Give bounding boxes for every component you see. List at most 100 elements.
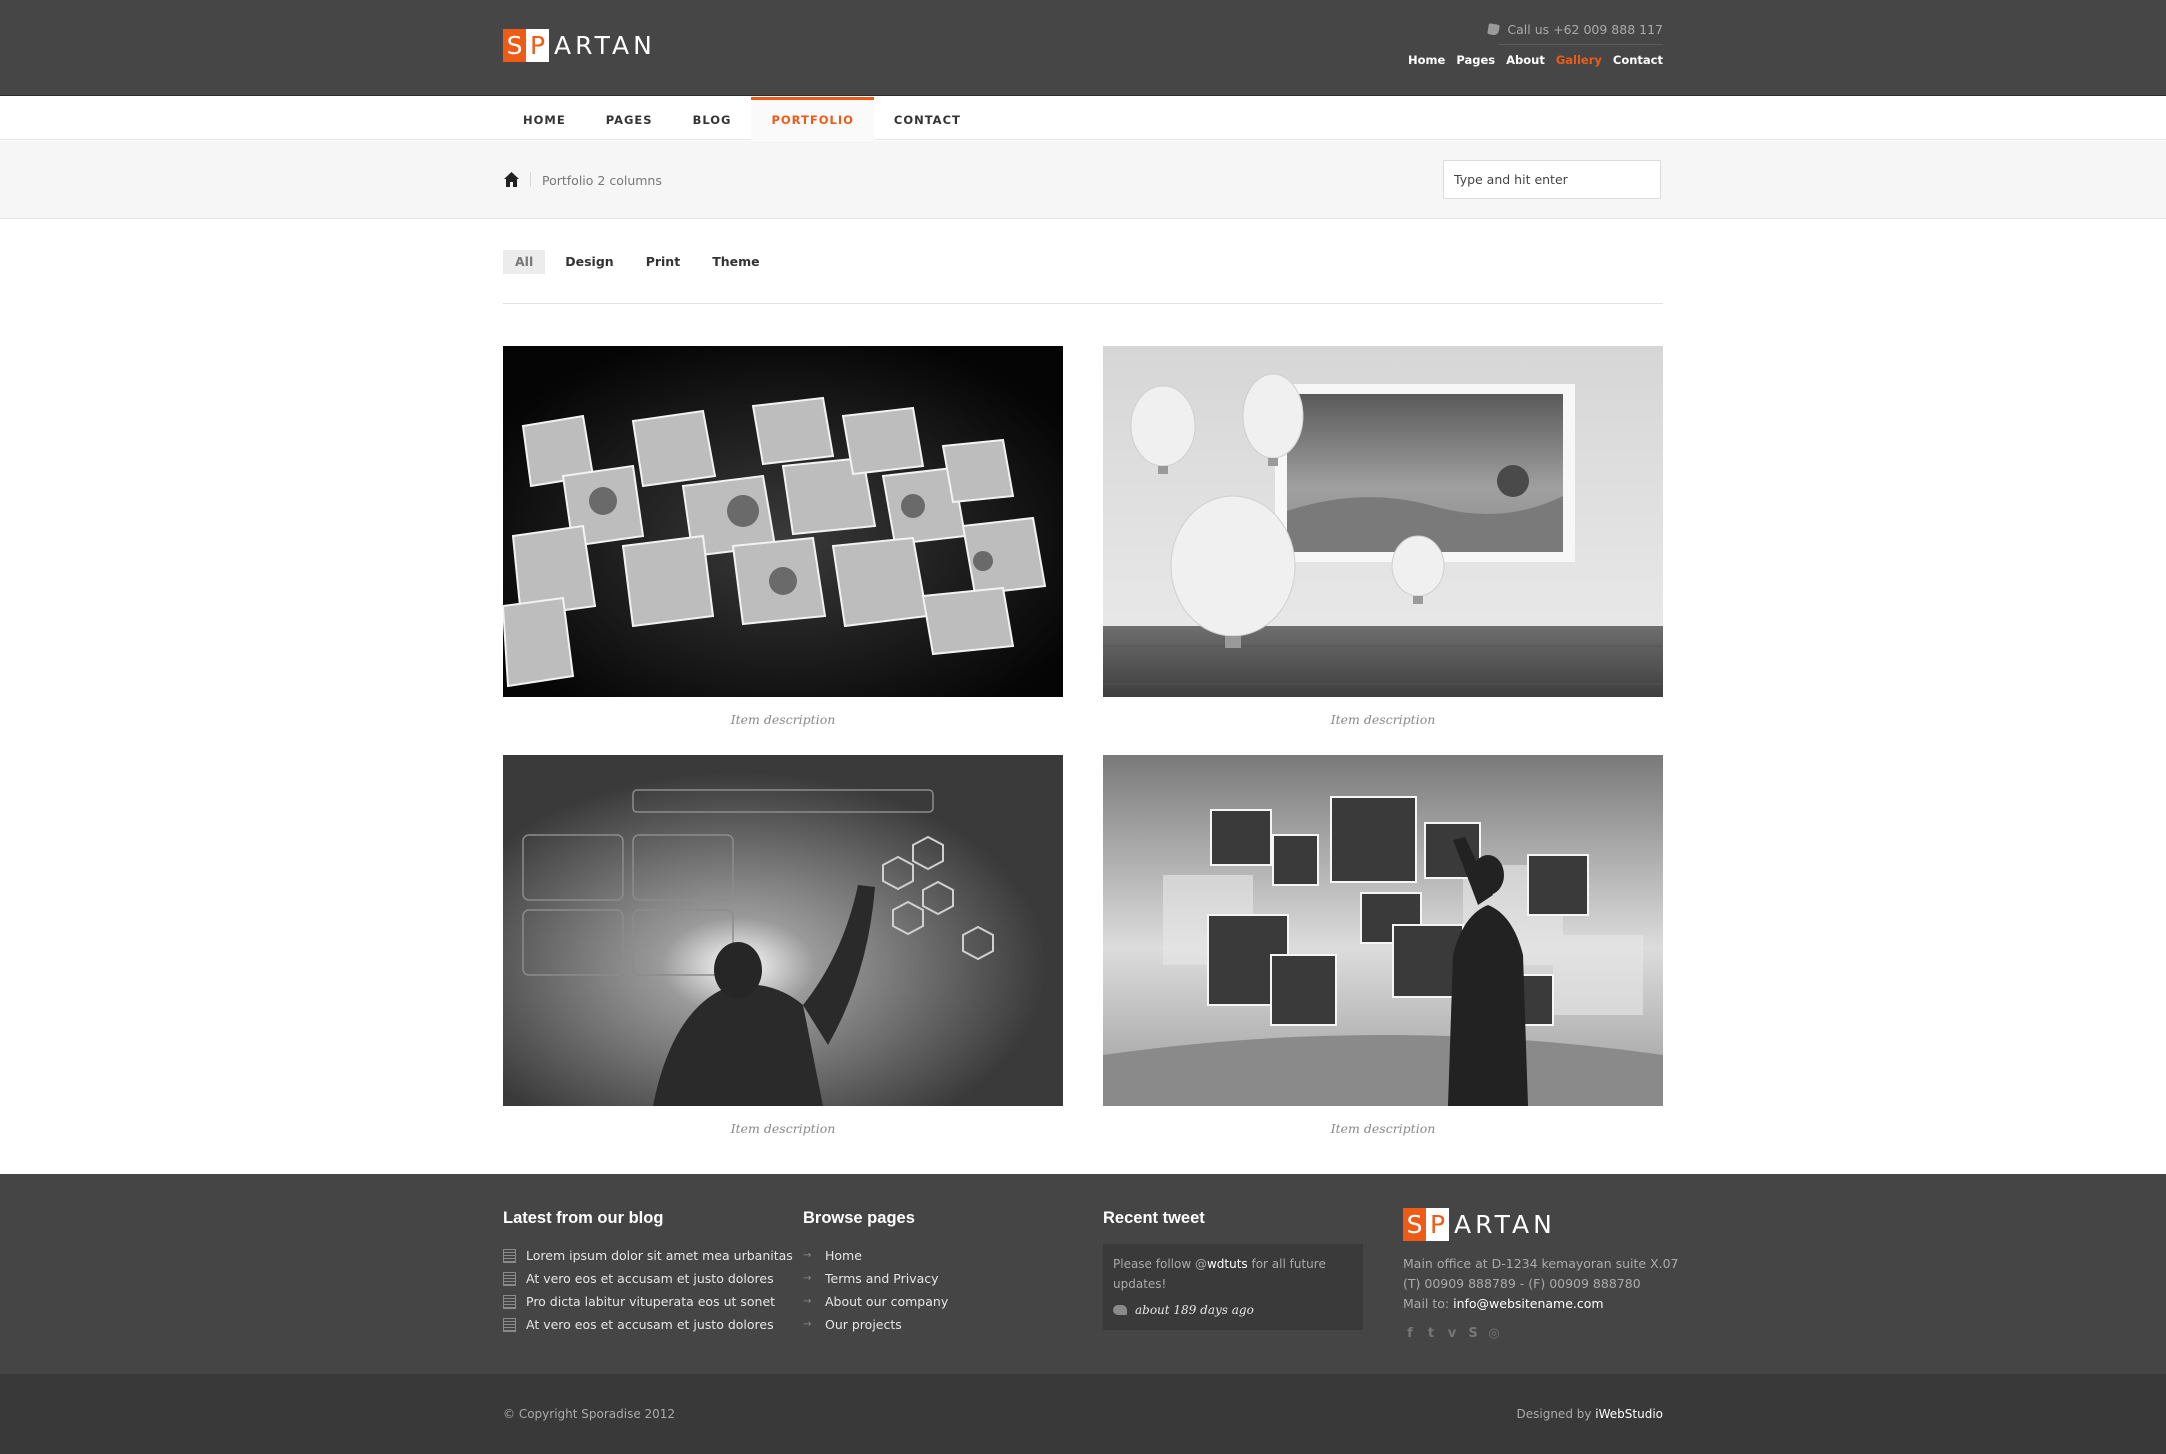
item-caption: Item description bbox=[730, 1121, 836, 1136]
tweet-text: Please follow @wdtuts for all future upd… bbox=[1113, 1254, 1353, 1294]
browse-link[interactable]: Terms and Privacy bbox=[825, 1271, 939, 1286]
list-item[interactable]: Pro dicta labitur vituperata eos ut sone… bbox=[503, 1290, 793, 1313]
top-nav-contact[interactable]: Contact bbox=[1613, 53, 1663, 67]
list-item[interactable]: → Our projects bbox=[803, 1313, 948, 1336]
designed-by-label: Designed by bbox=[1516, 1407, 1596, 1421]
breadcrumb-separator bbox=[530, 172, 531, 187]
contact-mail: Mail to: info@websitename.com bbox=[1403, 1294, 1679, 1314]
footer-logo[interactable]: S P ARTAN bbox=[1403, 1208, 1556, 1241]
main-nav-list: HOME PAGES BLOG PORTFOLIO CONTACT bbox=[503, 97, 981, 140]
tweet-box: Please follow @wdtuts for all future upd… bbox=[1103, 1244, 1363, 1330]
footer-contact-info: Main office at D-1234 kemayoran suite X.… bbox=[1403, 1254, 1679, 1314]
call-info: Call us +62 009 888 117 bbox=[1487, 22, 1663, 37]
item-caption: Item description bbox=[1330, 1121, 1436, 1136]
top-nav-about[interactable]: About bbox=[1506, 53, 1545, 67]
footer-browse-column: Browse pages → Home → Terms and Privacy → A… bbox=[803, 1209, 948, 1336]
footer-browse-title: Browse pages bbox=[803, 1209, 915, 1227]
copyright-text: © Copyright Sporadise 2012 bbox=[503, 1407, 676, 1421]
logo-letter-s: S bbox=[503, 29, 526, 62]
header-divider bbox=[1498, 44, 1663, 45]
logo-letter-p: P bbox=[1426, 1208, 1449, 1241]
filter-theme[interactable]: Theme bbox=[700, 250, 771, 274]
portfolio-item[interactable]: Item description bbox=[1103, 755, 1663, 1136]
dribbble-icon[interactable]: ◎ bbox=[1487, 1327, 1501, 1341]
item-caption: Item description bbox=[730, 712, 836, 727]
top-nav-gallery[interactable]: Gallery bbox=[1556, 53, 1602, 67]
main-nav-home[interactable]: HOME bbox=[503, 97, 586, 140]
logo-letter-s: S bbox=[1403, 1208, 1426, 1241]
portfolio-item[interactable]: Item description bbox=[503, 346, 1063, 727]
blog-post-link[interactable]: At vero eos et accusam et justo dolores bbox=[526, 1317, 774, 1332]
filter-divider bbox=[503, 303, 1663, 304]
list-item[interactable]: → Home bbox=[803, 1244, 948, 1267]
top-nav-home[interactable]: Home bbox=[1408, 53, 1445, 67]
portfolio-thumbnail[interactable] bbox=[1103, 346, 1663, 697]
document-icon bbox=[503, 1317, 516, 1332]
footer-blog-list: Lorem ipsum dolor sit amet mea urbanitas… bbox=[503, 1244, 793, 1336]
call-text: Call us +62 009 888 117 bbox=[1507, 22, 1663, 37]
portfolio-thumbnail[interactable] bbox=[1103, 755, 1663, 1106]
search-input[interactable] bbox=[1443, 160, 1661, 199]
main-nav-portfolio[interactable]: PORTFOLIO bbox=[751, 97, 874, 140]
twitter-icon[interactable]: t bbox=[1424, 1327, 1438, 1341]
facebook-icon[interactable]: f bbox=[1403, 1327, 1417, 1341]
mail-link[interactable]: info@websitename.com bbox=[1453, 1296, 1604, 1311]
portfolio-item[interactable]: Item description bbox=[503, 755, 1063, 1136]
filter-all[interactable]: All bbox=[503, 250, 546, 274]
phone-icon bbox=[1487, 23, 1501, 36]
portfolio-item[interactable]: Item description bbox=[1103, 346, 1663, 727]
browse-link[interactable]: Our projects bbox=[825, 1317, 902, 1332]
home-icon[interactable] bbox=[503, 171, 520, 188]
breadcrumb-band: Portfolio 2 columns bbox=[0, 141, 2166, 219]
footer-bottom-bar bbox=[0, 1374, 2166, 1454]
blog-post-link[interactable]: At vero eos et accusam et justo dolores bbox=[526, 1271, 774, 1286]
vimeo-icon[interactable]: v bbox=[1445, 1327, 1459, 1341]
list-item[interactable]: At vero eos et accusam et justo dolores bbox=[503, 1267, 793, 1290]
footer bbox=[0, 1174, 2166, 1374]
list-item[interactable]: → Terms and Privacy bbox=[803, 1267, 948, 1290]
footer-blog-title: Latest from our blog bbox=[503, 1209, 664, 1227]
arrow-right-icon: → bbox=[803, 1319, 812, 1330]
portfolio-thumbnail[interactable] bbox=[503, 346, 1063, 697]
portfolio-filters: All Design Print Theme bbox=[503, 250, 772, 274]
footer-browse-list: → Home → Terms and Privacy → About our comp… bbox=[803, 1244, 948, 1336]
designed-by: Designed by iWebStudio bbox=[1517, 1407, 1664, 1421]
tweet-text-before: Please follow @ bbox=[1113, 1257, 1207, 1271]
contact-address: Main office at D-1234 kemayoran suite X.… bbox=[1403, 1256, 1679, 1271]
arrow-right-icon: → bbox=[803, 1296, 812, 1307]
footer-blog-column: Latest from our blog Lorem ipsum dolor s… bbox=[503, 1209, 793, 1336]
document-icon bbox=[503, 1271, 516, 1286]
site-logo[interactable]: S P ARTAN bbox=[503, 29, 656, 62]
breadcrumb-current: Portfolio 2 columns bbox=[542, 173, 662, 188]
browse-link[interactable]: Home bbox=[825, 1248, 862, 1263]
designer-link[interactable]: iWebStudio bbox=[1595, 1407, 1663, 1421]
logo-wordmark: ARTAN bbox=[554, 31, 656, 60]
document-icon bbox=[503, 1248, 516, 1263]
top-nav-pages[interactable]: Pages bbox=[1456, 53, 1495, 67]
skype-icon[interactable]: S bbox=[1466, 1327, 1480, 1341]
mail-label: Mail to: bbox=[1403, 1296, 1454, 1311]
top-nav: Home Pages About Gallery Contact bbox=[1408, 53, 1663, 67]
logo-letter-p: P bbox=[526, 29, 549, 62]
main-nav-contact[interactable]: CONTACT bbox=[874, 97, 981, 140]
top-header-bar: S P ARTAN Call us +62 009 888 117 Home P… bbox=[0, 0, 2166, 96]
arrow-right-icon: → bbox=[803, 1250, 812, 1261]
logo-wordmark: ARTAN bbox=[1454, 1210, 1556, 1239]
list-item[interactable]: Lorem ipsum dolor sit amet mea urbanitas bbox=[503, 1244, 793, 1267]
contact-phones: (T) 00909 888789 - (F) 00909 888780 bbox=[1403, 1276, 1641, 1291]
blog-post-link[interactable]: Pro dicta labitur vituperata eos ut sone… bbox=[526, 1294, 775, 1309]
social-icons: f t v S ◎ bbox=[1403, 1327, 1501, 1341]
tweet-time-text: about 189 days ago bbox=[1135, 1303, 1254, 1317]
main-nav-pages[interactable]: PAGES bbox=[586, 97, 673, 140]
filter-print[interactable]: Print bbox=[634, 250, 693, 274]
portfolio-thumbnail[interactable] bbox=[503, 755, 1063, 1106]
blog-post-link[interactable]: Lorem ipsum dolor sit amet mea urbanitas bbox=[526, 1248, 793, 1263]
browse-link[interactable]: About our company bbox=[825, 1294, 948, 1309]
document-icon bbox=[503, 1294, 516, 1309]
list-item[interactable]: → About our company bbox=[803, 1290, 948, 1313]
filter-design[interactable]: Design bbox=[553, 250, 625, 274]
main-nav-blog[interactable]: BLOG bbox=[673, 97, 752, 140]
tweet-handle-link[interactable]: wdtuts bbox=[1207, 1257, 1248, 1271]
list-item[interactable]: At vero eos et accusam et justo dolores bbox=[503, 1313, 793, 1336]
footer-tweet-column: Recent tweet Please follow @wdtuts for a… bbox=[1103, 1209, 1363, 1330]
